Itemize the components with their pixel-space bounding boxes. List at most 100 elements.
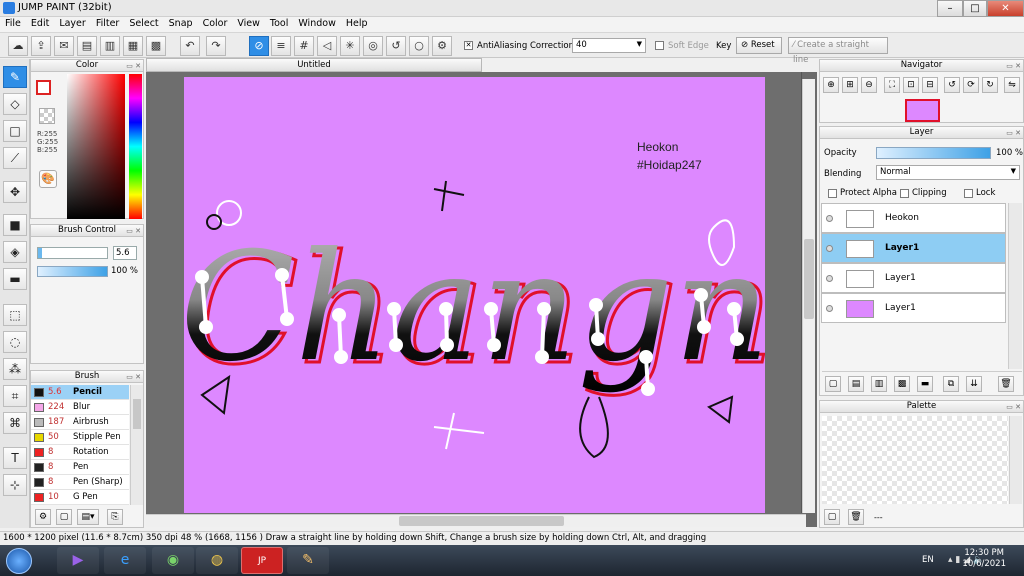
saturation-value-picker[interactable] <box>67 74 125 219</box>
panel-pin-icon[interactable]: ▭ ✕ <box>126 372 141 383</box>
select-pen-tool-icon[interactable]: ⌗ <box>3 385 27 407</box>
menu-help[interactable]: Help <box>341 17 373 30</box>
new-tone-layer-icon[interactable]: ▩ <box>894 376 910 392</box>
menu-file[interactable]: File <box>0 17 26 30</box>
brush-item[interactable]: 8 Pen <box>31 460 129 475</box>
gradient-tool-icon[interactable]: ▬ <box>3 268 27 290</box>
antialiasing-checkbox[interactable]: ✕ <box>464 41 473 50</box>
brush-list-scrollbar[interactable] <box>130 385 143 505</box>
comment-icon[interactable]: ✉ <box>54 36 74 56</box>
snap-grid-icon[interactable]: # <box>294 36 314 56</box>
straight-line-button[interactable]: ⁄ Create a straight line <box>788 37 888 65</box>
duplicate-layer-icon[interactable]: ⧉ <box>943 376 959 392</box>
panel-pin-icon[interactable]: ▭ ✕ <box>126 226 141 237</box>
snap-settings-icon[interactable]: ⚙ <box>432 36 452 56</box>
brush-item[interactable]: 8 Pen (Sharp) <box>31 475 129 490</box>
visual-studio-icon[interactable]: ▶ <box>57 547 99 574</box>
panel-pin-icon[interactable]: ▭ ✕ <box>1006 128 1021 139</box>
reset-rotation-icon[interactable]: ⟳ <box>963 77 979 93</box>
brush-menu-icon[interactable]: ▤▾ <box>77 509 99 525</box>
vertical-scroll-thumb[interactable] <box>804 239 814 319</box>
snap-lines-icon[interactable]: ≡ <box>271 36 291 56</box>
delete-brush-icon[interactable]: ⎘ <box>107 509 123 525</box>
taskbar-clock[interactable]: 12:30 PM 10/6/2021 <box>962 548 1006 570</box>
reset-button[interactable]: ⊘ Reset <box>736 37 782 54</box>
brush-item[interactable]: 5.6 Pencil <box>31 385 129 400</box>
brush-item[interactable]: 50 Stipple Pen <box>31 430 129 445</box>
brush-item[interactable]: 8Rotation Symi <box>31 445 129 471</box>
layer-item[interactable]: Heokon <box>821 203 1006 233</box>
palette-add-icon[interactable]: ▢ <box>824 509 840 525</box>
brush-item[interactable]: 224 Blur <box>31 400 129 415</box>
brush-item[interactable]: 10 G Pen <box>31 490 129 505</box>
new-brush-icon[interactable]: ▢ <box>56 509 72 525</box>
layer-item[interactable]: Layer1 <box>821 293 1006 323</box>
coccoc-browser-icon[interactable]: ◉ <box>152 547 194 574</box>
new-folder-icon[interactable]: ▬ <box>917 376 933 392</box>
layer-visibility-icon[interactable] <box>826 245 833 252</box>
layer-visibility-icon[interactable] <box>826 275 833 282</box>
brush-opacity-slider[interactable] <box>37 266 108 277</box>
lock-checkbox[interactable] <box>964 189 973 198</box>
fill-tool-icon[interactable]: ◈ <box>3 241 27 263</box>
hue-slider[interactable] <box>129 74 142 219</box>
new-vector-layer-icon[interactable]: ▤ <box>848 376 864 392</box>
delete-layer-icon[interactable]: 🗑 <box>998 376 1014 392</box>
paint-program-icon[interactable]: ✎ <box>287 547 329 574</box>
artboard[interactable]: Heokon #Hoidap247 Changne Changne <box>184 77 765 513</box>
fit-screen-icon[interactable]: ⛶ <box>884 77 900 93</box>
chrome-icon[interactable]: ◍ <box>196 547 238 574</box>
zoom-in-icon[interactable]: ⊕ <box>823 77 839 93</box>
cloud-icon[interactable]: ☁ <box>8 36 28 56</box>
marquee-tool-icon[interactable]: ⬚ <box>3 304 27 326</box>
text-tool-icon[interactable]: T <box>3 447 27 469</box>
layer-opacity-slider[interactable] <box>876 147 991 159</box>
select-eraser-tool-icon[interactable]: ⌘ <box>3 412 27 434</box>
horizontal-scroll-thumb[interactable] <box>399 516 564 526</box>
snap-ellipse-icon[interactable]: ○ <box>409 36 429 56</box>
panel-pin-icon[interactable]: ▭ ✕ <box>126 61 141 72</box>
panel-pin-icon[interactable]: ▭ ✕ <box>1006 402 1021 413</box>
language-indicator[interactable]: EN <box>922 555 934 565</box>
menu-select[interactable]: Select <box>124 17 163 30</box>
menu-color[interactable]: Color <box>198 17 233 30</box>
snap-radial-icon[interactable]: ✳ <box>340 36 360 56</box>
menu-view[interactable]: View <box>232 17 265 30</box>
new-layer-icon[interactable]: ▢ <box>825 376 841 392</box>
rotate-left-icon[interactable]: ↺ <box>944 77 960 93</box>
protect-alpha-checkbox[interactable] <box>828 189 837 198</box>
brush-settings-icon[interactable]: ⚙ <box>35 509 51 525</box>
palette-icon[interactable]: 🎨 <box>39 170 57 188</box>
internet-explorer-icon[interactable]: e <box>104 547 146 574</box>
rectangle-tool-icon[interactable]: ■ <box>3 214 27 236</box>
select-rect-tool-icon[interactable]: □ <box>3 120 27 142</box>
canvas-vertical-scrollbar[interactable] <box>802 79 815 513</box>
jump-paint-taskbar-icon[interactable]: JP <box>241 547 283 574</box>
canvas-horizontal-scrollbar[interactable] <box>146 514 806 527</box>
maximize-button[interactable]: □ <box>963 0 987 17</box>
page-icon[interactable]: ▦ <box>123 36 143 56</box>
menu-edit[interactable]: Edit <box>26 17 54 30</box>
layer-visibility-icon[interactable] <box>826 305 833 312</box>
merge-layer-icon[interactable]: ⇊ <box>966 376 982 392</box>
snap-circle-icon[interactable]: ◎ <box>363 36 383 56</box>
pen-tool-icon[interactable]: ✎ <box>3 66 27 88</box>
line-tool-icon[interactable]: ⟋ <box>3 147 27 169</box>
start-button[interactable] <box>6 548 32 574</box>
menu-filter[interactable]: Filter <box>91 17 125 30</box>
zoom-out-icon[interactable]: ⊖ <box>861 77 877 93</box>
rotate-right-icon[interactable]: ↻ <box>982 77 998 93</box>
soft-edge-checkbox[interactable] <box>655 41 664 50</box>
magic-wand-tool-icon[interactable]: ⁂ <box>3 358 27 380</box>
correction-select[interactable]: 40 ▼ <box>572 38 646 53</box>
clipping-checkbox[interactable] <box>900 189 909 198</box>
brush-size-input[interactable]: 5.6 <box>113 246 137 260</box>
flip-icon[interactable]: ⇋ <box>1004 77 1020 93</box>
close-button[interactable]: ✕ <box>987 0 1024 17</box>
layer-item[interactable]: Layer1 <box>821 263 1006 293</box>
brush-item[interactable]: 187 Airbrush <box>31 415 129 430</box>
zoom-reset-icon[interactable]: ⊞ <box>842 77 858 93</box>
document-tab[interactable]: Untitled <box>146 58 482 72</box>
minimize-button[interactable]: – <box>937 0 963 17</box>
layer-item[interactable]: Layer1 <box>821 233 1006 263</box>
